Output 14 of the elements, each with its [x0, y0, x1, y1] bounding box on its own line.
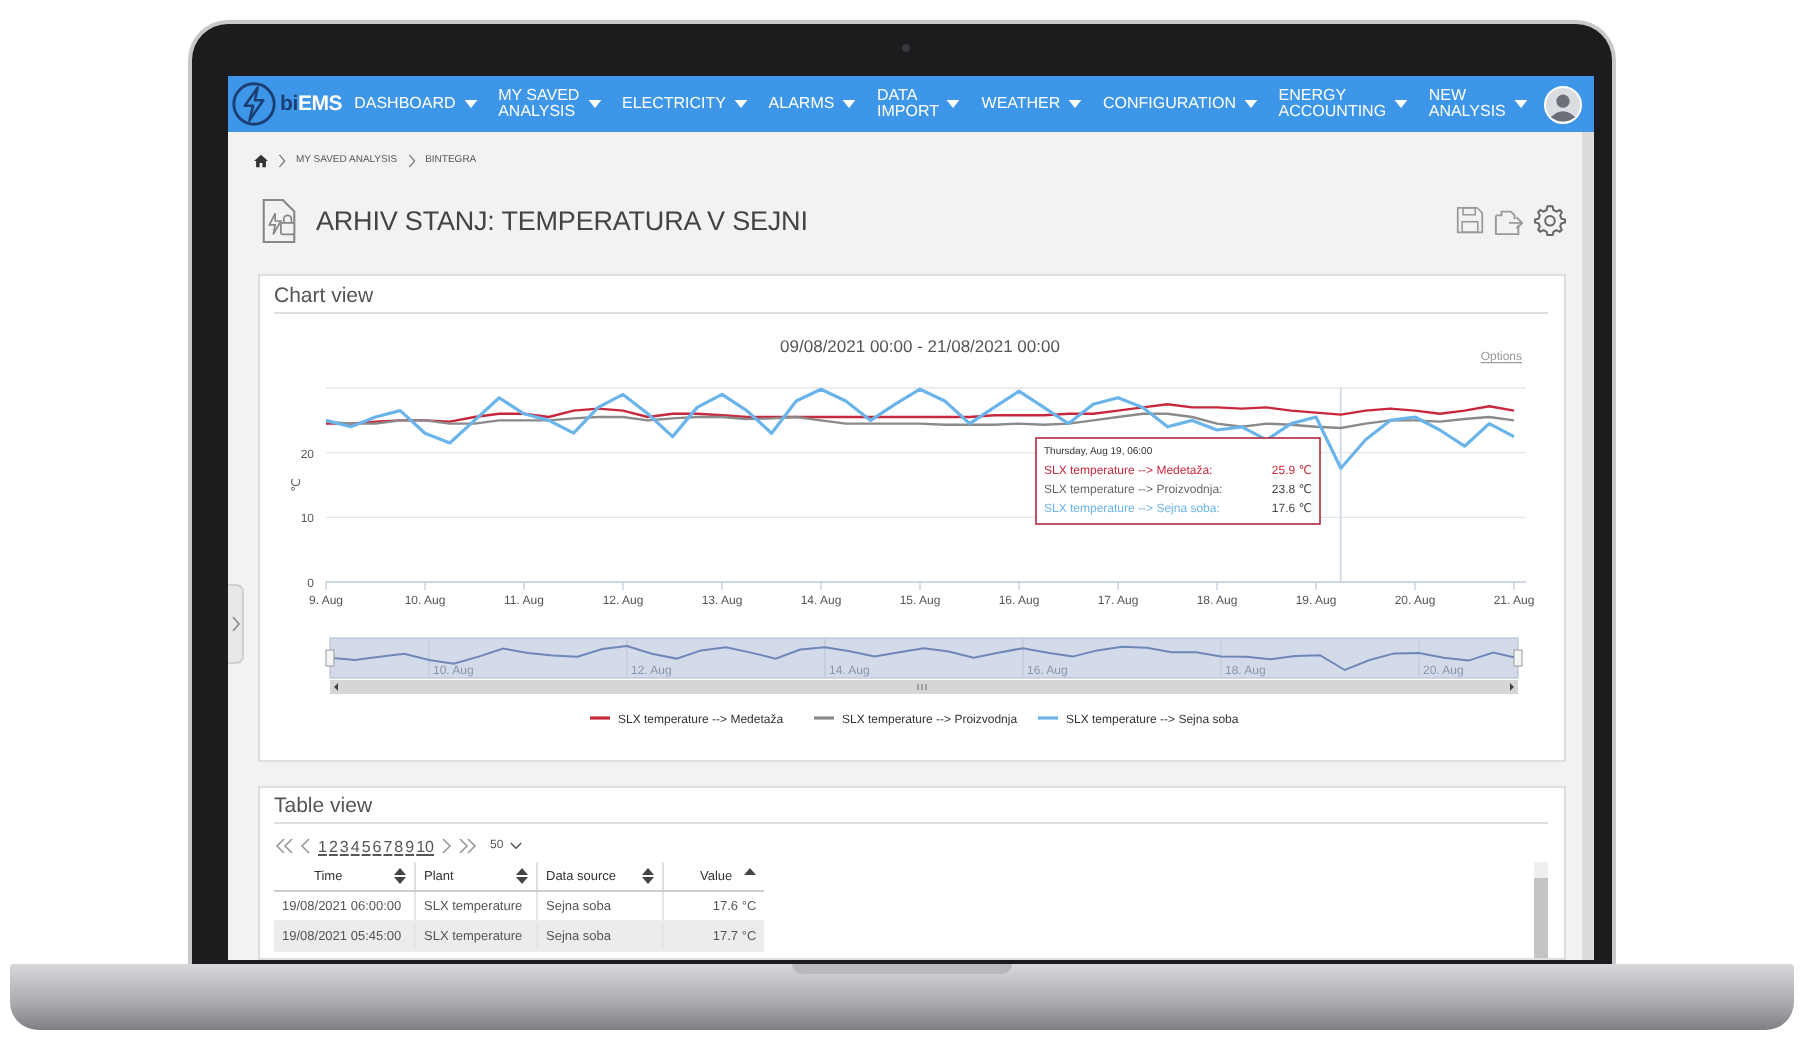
page-link[interactable]: 10: [416, 837, 434, 855]
page-link[interactable]: 5: [361, 837, 371, 855]
panel-title: Chart view: [274, 284, 1548, 314]
panel-title: Table view: [274, 794, 1548, 824]
page-link[interactable]: 7: [383, 837, 393, 855]
page-link[interactable]: 3: [339, 837, 349, 855]
page-title: ARHIV STANJ: TEMPERATURA V SEJNI: [316, 205, 810, 235]
page-link[interactable]: 4: [350, 837, 360, 855]
page-link[interactable]: 1: [318, 837, 327, 855]
page-link[interactable]: 8: [394, 837, 404, 855]
page-link[interactable]: 2: [328, 837, 338, 855]
page-link[interactable]: 9: [405, 837, 415, 855]
page-link[interactable]: 6: [372, 837, 382, 855]
chart-title: 09/08/2021 00:00 - 21/08/2021 00:00: [780, 336, 1060, 356]
